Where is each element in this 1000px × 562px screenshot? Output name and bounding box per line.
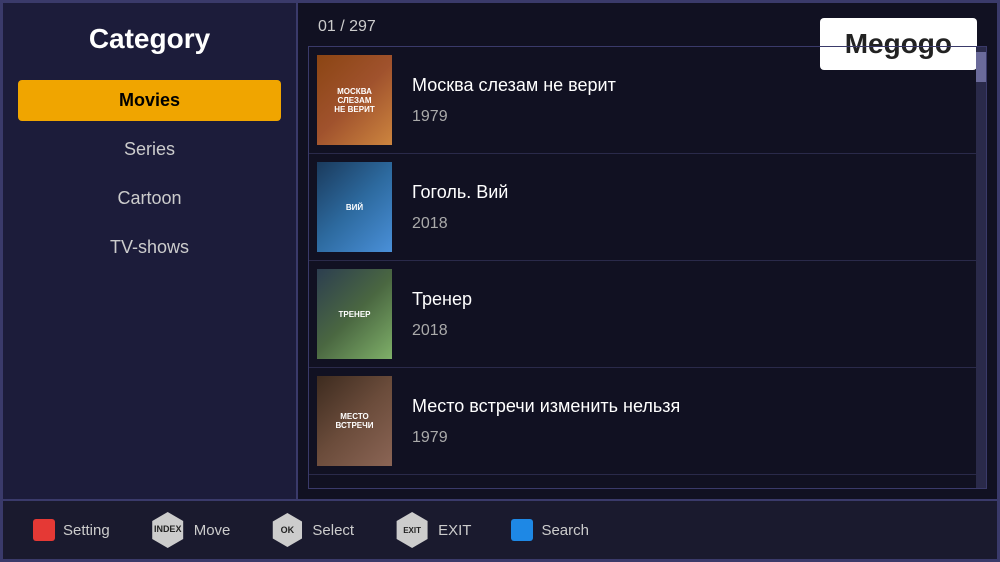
select-label: Select [312,522,354,539]
sidebar-item-tvshows[interactable]: TV-shows [18,227,281,268]
thumb-text: МЕСТОВСТРЕЧИ [333,409,377,433]
thumb-text: ТРЕНЕР [335,307,373,322]
movie-item[interactable]: ТРЕНЕР Тренер 2018 [309,261,986,368]
sidebar-title: Category [89,23,210,55]
movie-info: Тренер 2018 [412,289,472,340]
setting-label: Setting [63,522,110,539]
movie-item[interactable]: ВИЙ Гоголь. Вий 2018 [309,154,986,261]
scrollbar-thumb [976,52,986,82]
search-label: Search [541,522,589,539]
sidebar: Category Movies Series Cartoon TV-shows [3,3,298,499]
sidebar-item-series[interactable]: Series [18,129,281,170]
exit-label: EXIT [438,522,471,539]
movie-title: Гоголь. Вий [412,182,508,203]
bottom-item-move[interactable]: INDEX Move [150,512,231,548]
movie-title: Тренер [412,289,472,310]
movie-title: Место встречи изменить нельзя [412,396,680,417]
index-label: INDEX [154,525,182,535]
movie-list: МОСКВАСЛЕЗАМНЕ ВЕРИТ Москва слезам не ве… [308,46,987,489]
movie-thumbnail: МОСКВАСЛЕЗАМНЕ ВЕРИТ [317,55,392,145]
movie-info: Место встречи изменить нельзя 1979 [412,396,680,447]
index-hex-icon: INDEX [150,512,186,548]
bottom-item-setting[interactable]: Setting [33,519,110,541]
sidebar-item-movies[interactable]: Movies [18,80,281,121]
thumb-text: МОСКВАСЛЕЗАМНЕ ВЕРИТ [331,84,377,117]
movie-info: Москва слезам не верит 1979 [412,75,616,126]
movie-thumbnail: ВИЙ [317,162,392,252]
right-panel: Megogo 01 / 297 МОСКВАСЛЕЗАМНЕ ВЕРИТ Мос… [298,3,997,499]
blue-icon [511,519,533,541]
movie-info: Гоголь. Вий 2018 [412,182,508,233]
ok-hex-icon: OK [270,513,304,547]
bottom-item-exit[interactable]: EXIT EXIT [394,512,471,548]
movie-item[interactable]: МЕСТОВСТРЕЧИ Место встречи изменить нель… [309,368,986,475]
move-label: Move [194,522,231,539]
bottom-bar: Setting INDEX Move OK Select EXIT EXIT [3,499,997,559]
movie-year: 1979 [412,108,616,126]
scrollbar[interactable] [976,47,986,488]
exit-hex-label: EXIT [403,526,421,535]
movie-item[interactable]: МОСКВАСЛЕЗАМНЕ ВЕРИТ Москва слезам не ве… [309,47,986,154]
movie-year: 1979 [412,429,680,447]
bottom-item-search[interactable]: Search [511,519,589,541]
movie-year: 2018 [412,215,508,233]
app-container: Category Movies Series Cartoon TV-shows … [0,0,1000,562]
ok-label: OK [281,525,295,535]
movie-title: Москва слезам не верит [412,75,616,96]
sidebar-item-cartoon[interactable]: Cartoon [18,178,281,219]
movie-thumbnail: МЕСТОВСТРЕЧИ [317,376,392,466]
movie-year: 2018 [412,322,472,340]
bottom-item-select[interactable]: OK Select [270,513,354,547]
movie-thumbnail: ТРЕНЕР [317,269,392,359]
thumb-text: ВИЙ [343,200,366,215]
red-icon [33,519,55,541]
exit-hex-icon: EXIT [394,512,430,548]
